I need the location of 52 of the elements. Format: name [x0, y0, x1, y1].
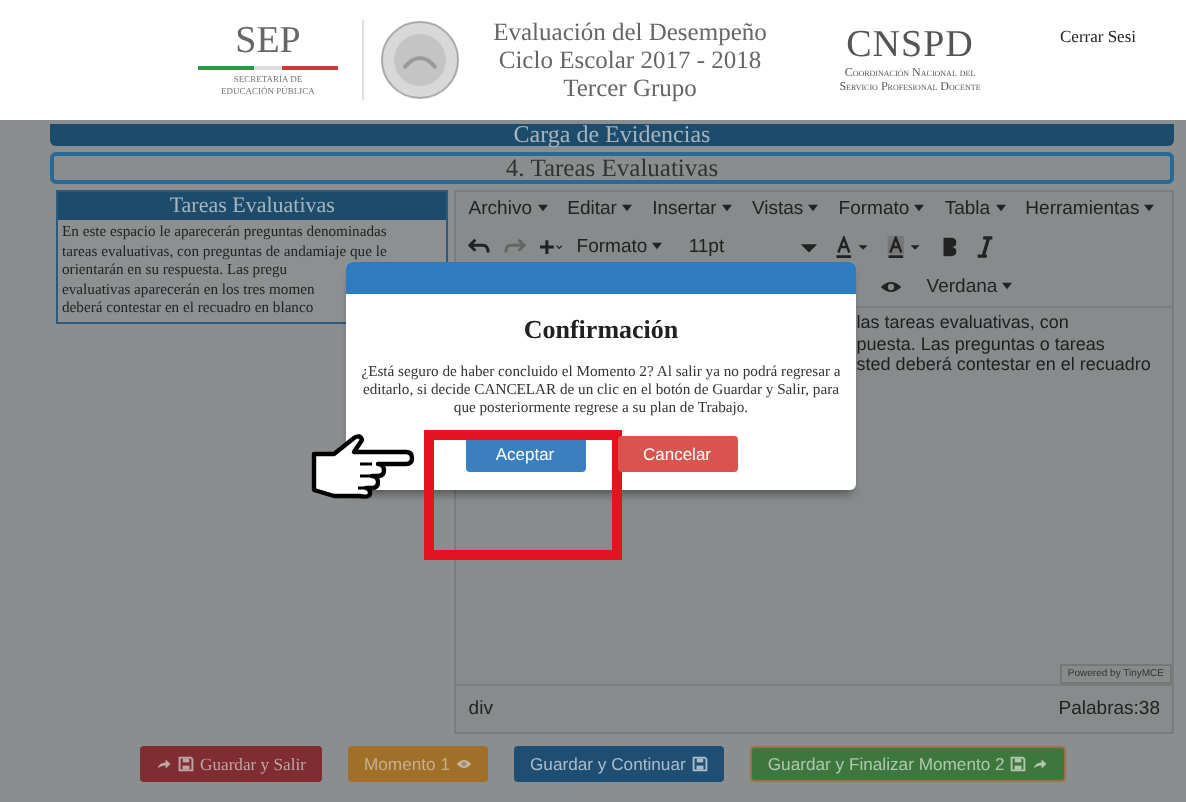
highlight-color-icon[interactable] [886, 235, 925, 257]
menu-item[interactable]: Formato [838, 198, 925, 220]
caret-icon [1002, 281, 1013, 290]
caret-icon [808, 204, 819, 213]
menu-item[interactable]: Tabla [944, 198, 1006, 220]
format-dropdown[interactable]: Formato [576, 235, 663, 257]
bold-icon[interactable] [938, 235, 961, 257]
italic-icon[interactable] [974, 235, 997, 257]
caret-icon [1144, 204, 1155, 213]
menu-item[interactable]: Archivo [468, 198, 548, 220]
font-family-dropdown[interactable]: Verdana [926, 275, 1067, 297]
logout-link[interactable]: Cerrar Sesi [1060, 26, 1137, 46]
caret-icon [652, 241, 663, 250]
action-button[interactable]: Guardar y Continuar [513, 746, 724, 782]
cnspd-logo-text: CNSPD [846, 24, 974, 68]
header-title-line: Evaluación del Desempeño [493, 18, 767, 46]
section-bar: Carga de Evidencias [50, 124, 1174, 146]
editor-text-line: puesta. Las preguntas o tareas [856, 333, 1107, 354]
dialog-title: Confirmación [523, 314, 679, 346]
dialog-button[interactable]: Cancelar [617, 436, 737, 472]
save-icon [178, 756, 194, 772]
tricolor-rule [198, 66, 338, 70]
action-button[interactable]: Guardar y Finalizar Momento 2 [749, 746, 1067, 782]
undo-icon[interactable] [468, 235, 491, 257]
insert-plus-icon[interactable] [540, 235, 563, 257]
share-icon [156, 756, 172, 772]
panel-title: Tareas Evaluativas [58, 192, 447, 220]
caret-icon [914, 204, 925, 213]
editor-text-line: las tareas evaluativas, con [856, 312, 1071, 333]
menu-item[interactable]: Vistas [751, 198, 819, 220]
caret-icon [537, 204, 548, 213]
font-size-dropdown[interactable]: 11pt [688, 235, 725, 257]
save-icon [691, 756, 708, 772]
word-count: Palabras:38 [1058, 698, 1160, 720]
menu-item[interactable]: Insertar [652, 198, 732, 220]
sep-logo-text: SEP [235, 22, 301, 62]
seal-icon [380, 20, 460, 100]
share-icon [1032, 756, 1049, 772]
action-button[interactable]: Guardar y Salir [140, 746, 322, 782]
caret-icon [721, 204, 732, 213]
step-bar: 4. Tareas Evaluativas [50, 152, 1174, 184]
caret-icon [622, 204, 633, 213]
editor-text-line: sted deberá contestar en el recuadro [856, 354, 1153, 375]
header-title-line: Tercer Grupo [563, 74, 697, 102]
eye-icon [455, 756, 472, 772]
save-icon [1010, 756, 1027, 772]
menu-item[interactable]: Herramientas [1025, 198, 1155, 220]
header-title-line: Ciclo Escolar 2017 - 2018 [498, 46, 762, 74]
text-color-icon[interactable] [834, 235, 873, 257]
caret-icon [995, 204, 1006, 213]
menu-item[interactable]: Editar [567, 198, 633, 220]
element-path: div [468, 698, 493, 720]
